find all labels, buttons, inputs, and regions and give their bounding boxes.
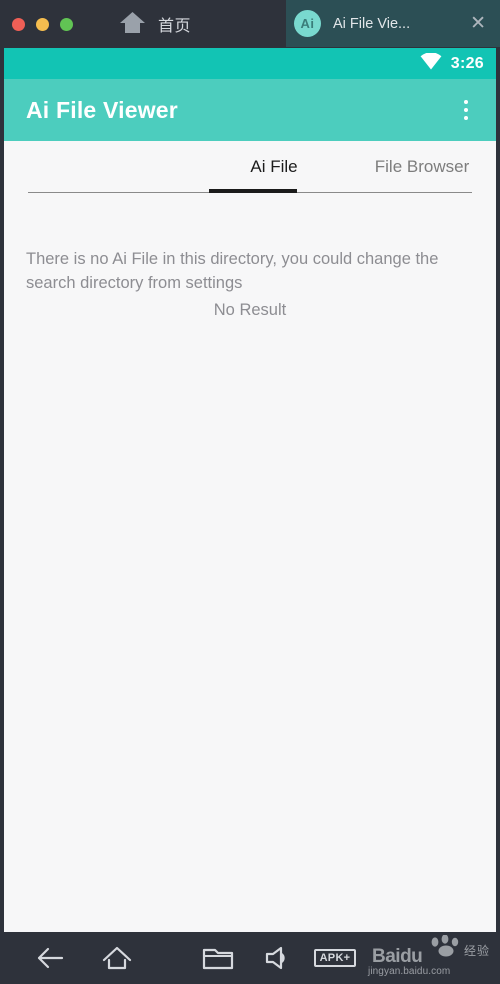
- home-shortcut-label: 首页: [158, 18, 192, 35]
- content-area: There is no Ai File in this directory, y…: [4, 196, 496, 320]
- status-bar: 3:26: [4, 48, 496, 79]
- tab-bar: Ai File File Browser: [4, 141, 496, 196]
- tab-ai-file[interactable]: Ai File: [200, 141, 348, 193]
- home-shortcut[interactable]: 首页: [118, 9, 191, 40]
- home-outline-icon[interactable]: [93, 932, 141, 984]
- watermark-brand: Baidu: [372, 946, 423, 967]
- app-window: 首页 Ai Ai File Vie... ✕ 3:26 Ai File View…: [0, 0, 500, 984]
- home-icon: [118, 9, 147, 40]
- baidu-watermark: Baidu 经验 jingyan.baidu.com: [366, 934, 492, 981]
- tab-active-indicator: [209, 189, 297, 193]
- apk-install-label: APK+: [313, 949, 357, 967]
- page-title: Ai File Viewer: [26, 96, 178, 123]
- close-window-button[interactable]: [12, 17, 25, 31]
- wifi-icon: [420, 51, 442, 75]
- tab-ai-file-label: Ai File: [250, 157, 298, 176]
- app-bar: Ai File Viewer: [4, 79, 496, 141]
- tab-file-browser-label: File Browser: [374, 157, 470, 176]
- minimize-window-button[interactable]: [36, 17, 49, 31]
- overflow-menu-icon[interactable]: [454, 97, 478, 123]
- paw-icon: [426, 934, 468, 962]
- watermark-cn-label: 经验: [463, 944, 490, 958]
- tab-file-browser[interactable]: File Browser: [348, 141, 496, 193]
- folder-icon[interactable]: [194, 932, 242, 984]
- window-controls: [0, 17, 73, 31]
- browser-tab-ai-file-viewer[interactable]: Ai Ai File Vie... ✕: [286, 0, 500, 47]
- empty-state-message: There is no Ai File in this directory, y…: [26, 250, 439, 292]
- device-screen: 3:26 Ai File Viewer Ai File File Browser: [4, 48, 496, 932]
- close-icon[interactable]: ✕: [466, 12, 490, 35]
- tab-title: Ai File Vie...: [333, 15, 411, 32]
- watermark-url: jingyan.baidu.com: [368, 966, 451, 977]
- window-titlebar: 首页 Ai Ai File Vie... ✕: [0, 0, 500, 48]
- status-bar-clock: 3:26: [450, 54, 484, 72]
- tab-favicon: Ai: [294, 10, 321, 37]
- no-result-label: No Result: [213, 300, 287, 319]
- volume-icon[interactable]: [254, 932, 302, 984]
- back-arrow-icon[interactable]: [26, 932, 74, 984]
- maximize-window-button[interactable]: [60, 17, 73, 31]
- system-navigation-bar: APK+ Baidu 经验 jingyan.baidu.com: [0, 932, 500, 984]
- apk-install-icon[interactable]: APK+: [311, 932, 359, 984]
